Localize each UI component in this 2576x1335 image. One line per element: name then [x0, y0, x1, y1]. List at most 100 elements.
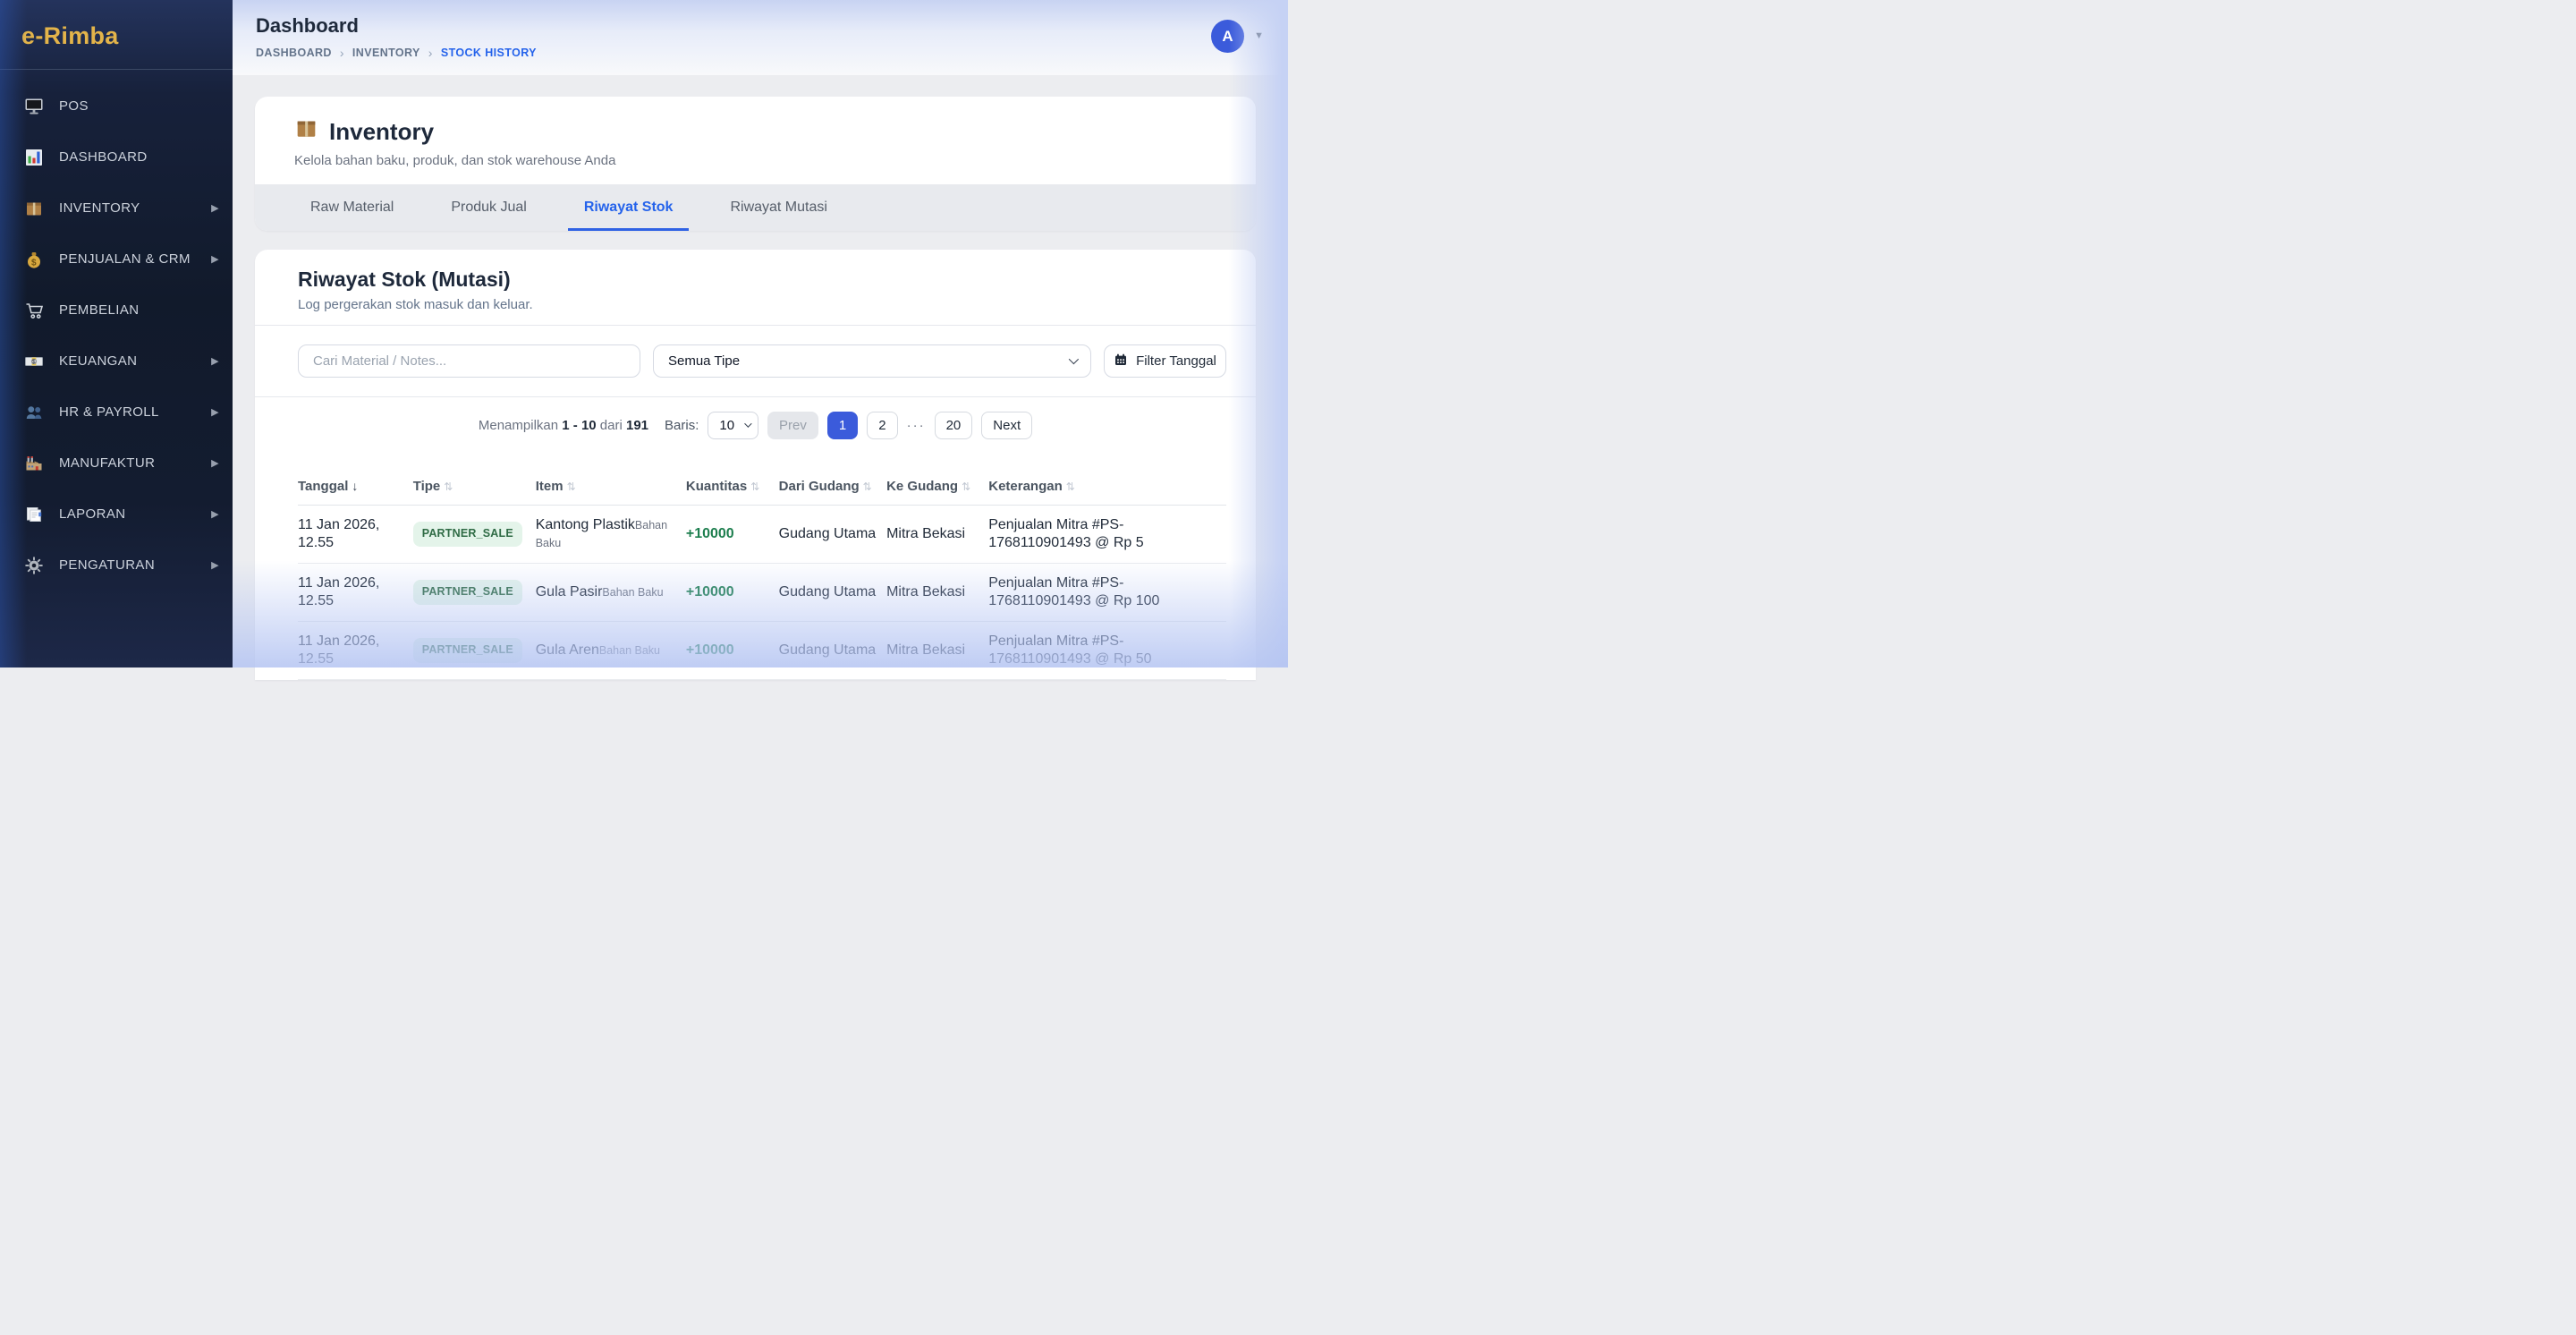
breadcrumb-inventory[interactable]: INVENTORY: [352, 47, 420, 59]
app-logo[interactable]: e-Rimba: [0, 0, 233, 69]
tab-riwayat-stok[interactable]: Riwayat Stok: [568, 184, 690, 231]
rows-per-page-label: Baris:: [665, 418, 699, 433]
chevron-right-icon: ▶: [211, 508, 219, 520]
breadcrumb-separator: ›: [340, 46, 344, 60]
sidebar-item-label: DASHBOARD: [59, 149, 148, 165]
pagination-range: 1 - 10: [562, 418, 596, 433]
panel-subtitle: Log pergerakan stok masuk dan keluar.: [298, 297, 1213, 312]
type-filter-value: Semua Tipe: [668, 353, 740, 369]
gear-icon: [24, 556, 44, 575]
sidebar-item-inventory[interactable]: INVENTORY ▶: [0, 183, 233, 234]
breadcrumb-separator: ›: [428, 46, 433, 60]
inventory-subtitle: Kelola bahan baku, produk, dan stok ware…: [294, 153, 1216, 168]
sidebar-item-pembelian[interactable]: PEMBELIAN: [0, 285, 233, 336]
breadcrumb-dashboard[interactable]: DASHBOARD: [256, 47, 332, 59]
pagination-total: 191: [626, 418, 648, 433]
sidebar-item-label: KEUANGAN: [59, 353, 137, 369]
search-input[interactable]: [298, 344, 640, 378]
inventory-title: Inventory: [329, 118, 434, 146]
column-keterangan[interactable]: Keterangan⇅: [988, 454, 1226, 506]
page-2-button[interactable]: 2: [867, 412, 897, 439]
chevron-right-icon: ▶: [211, 406, 219, 418]
bar-chart-icon: [24, 148, 44, 167]
column-tipe[interactable]: Tipe⇅: [413, 454, 536, 506]
table-row[interactable]: 11 Jan 2026, 12.55 PARTNER_SALE Gula Are…: [298, 622, 1226, 680]
cell-item: Gula PasirBahan Baku: [536, 564, 686, 622]
rows-per-page-value: 10: [719, 418, 734, 433]
sidebar-item-dashboard[interactable]: DASHBOARD: [0, 132, 233, 183]
sidebar-item-label: PEMBELIAN: [59, 302, 139, 318]
sidebar-item-penjualan-crm[interactable]: $ PENJUALAN & CRM ▶: [0, 234, 233, 285]
documents-icon: [24, 505, 44, 524]
svg-text:$: $: [32, 359, 36, 365]
people-icon: [24, 403, 44, 422]
page-header: Dashboard DASHBOARD › INVENTORY › STOCK …: [233, 0, 1288, 75]
breadcrumb: DASHBOARD › INVENTORY › STOCK HISTORY: [256, 46, 1288, 60]
type-filter-select[interactable]: Semua Tipe: [653, 344, 1091, 378]
calendar-icon: [1114, 353, 1128, 370]
cell-qty: +10000: [686, 622, 779, 680]
tab-riwayat-mutasi[interactable]: Riwayat Mutasi: [714, 184, 843, 231]
sort-icon: ⇅: [1066, 480, 1075, 493]
next-page-button[interactable]: Next: [981, 412, 1032, 439]
column-item[interactable]: Item⇅: [536, 454, 686, 506]
chevron-right-icon: ▶: [211, 202, 219, 214]
date-filter-button[interactable]: Filter Tanggal: [1104, 344, 1226, 378]
avatar[interactable]: A: [1211, 20, 1244, 53]
svg-text:$: $: [31, 258, 37, 268]
sidebar-item-laporan[interactable]: LAPORAN ▶: [0, 489, 233, 540]
page-title: Dashboard: [256, 14, 1288, 38]
stock-history-card: Riwayat Stok (Mutasi) Log pergerakan sto…: [255, 250, 1256, 680]
sidebar-nav: POS DASHBOARD INVENTORY ▶ $ PENJUALAN & …: [0, 70, 233, 591]
tab-produk-jual[interactable]: Produk Jual: [435, 184, 543, 231]
pagination-ellipsis: ···: [907, 418, 926, 433]
tab-raw-material[interactable]: Raw Material: [294, 184, 410, 231]
cell-item: Kantong PlastikBahan Baku: [536, 506, 686, 564]
inventory-title-row: Inventory: [294, 116, 1216, 147]
column-ke-gudang[interactable]: Ke Gudang⇅: [886, 454, 988, 506]
page-1-button[interactable]: 1: [827, 412, 858, 439]
cell-qty: +10000: [686, 506, 779, 564]
cell-note: Penjualan Mitra #PS-1768110901493 @ Rp 1…: [988, 564, 1226, 622]
chevron-down-icon: [1069, 354, 1079, 364]
sidebar-item-keuangan[interactable]: $ KEUANGAN ▶: [0, 336, 233, 387]
prev-page-button[interactable]: Prev: [767, 412, 818, 439]
chevron-down-icon: [744, 420, 751, 427]
sort-icon: ⇅: [444, 480, 453, 493]
inventory-tabbar: Raw Material Produk Jual Riwayat Stok Ri…: [255, 184, 1256, 231]
page-20-button[interactable]: 20: [935, 412, 973, 439]
sidebar-item-label: PENJUALAN & CRM: [59, 251, 191, 267]
money-bag-icon: $: [24, 250, 44, 269]
pagination-bar: Menampilkan 1 - 10 dari 191 Baris: 10 Pr…: [255, 397, 1256, 454]
main-area: Dashboard DASHBOARD › INVENTORY › STOCK …: [233, 0, 1288, 668]
type-badge: PARTNER_SALE: [413, 522, 522, 547]
table-row[interactable]: 11 Jan 2026, 12.55 PARTNER_SALE Kantong …: [298, 506, 1226, 564]
cell-from: Gudang Utama: [779, 622, 886, 680]
panel-title: Riwayat Stok (Mutasi): [298, 268, 1213, 292]
sidebar: e-Rimba POS DASHBOARD INVENTORY ▶ $: [0, 0, 233, 668]
sidebar-item-label: PENGATURAN: [59, 557, 155, 573]
cell-from: Gudang Utama: [779, 506, 886, 564]
sidebar-item-hr-payroll[interactable]: HR & PAYROLL ▶: [0, 387, 233, 438]
panel-head: Riwayat Stok (Mutasi) Log pergerakan sto…: [255, 250, 1256, 325]
date-filter-label: Filter Tanggal: [1136, 353, 1216, 369]
rows-per-page-select[interactable]: 10: [708, 412, 758, 439]
cell-to: Mitra Bekasi: [886, 564, 988, 622]
sidebar-item-label: POS: [59, 98, 89, 114]
column-kuantitas[interactable]: Kuantitas⇅: [686, 454, 779, 506]
sidebar-item-label: HR & PAYROLL: [59, 404, 159, 420]
column-dari-gudang[interactable]: Dari Gudang⇅: [779, 454, 886, 506]
sidebar-item-label: MANUFAKTUR: [59, 455, 155, 471]
sort-desc-icon: ↓: [352, 479, 358, 493]
table-row[interactable]: 11 Jan 2026, 12.55 PARTNER_SALE Gula Pas…: [298, 564, 1226, 622]
sidebar-item-label: LAPORAN: [59, 506, 126, 522]
sidebar-item-manufaktur[interactable]: MANUFAKTUR ▶: [0, 438, 233, 489]
sidebar-item-pengaturan[interactable]: PENGATURAN ▶: [0, 540, 233, 591]
filter-row: Semua Tipe Filter Tanggal: [255, 326, 1256, 396]
table-header-row: Tanggal↓ Tipe⇅ Item⇅ Kuantitas⇅ Dari Gud…: [298, 454, 1226, 506]
sidebar-item-pos[interactable]: POS: [0, 81, 233, 132]
chevron-right-icon: ▶: [211, 559, 219, 571]
avatar-caret-icon[interactable]: ▼: [1254, 30, 1264, 41]
column-tanggal[interactable]: Tanggal↓: [298, 454, 413, 506]
stock-table: Tanggal↓ Tipe⇅ Item⇅ Kuantitas⇅ Dari Gud…: [298, 454, 1226, 680]
